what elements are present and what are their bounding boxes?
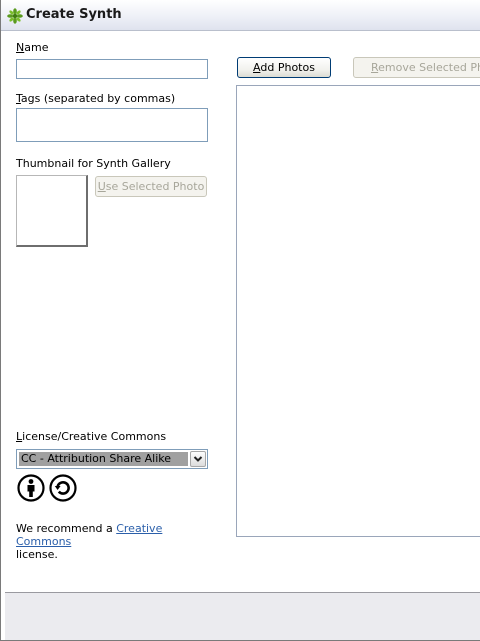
- license-label-text: icense/Creative Commons: [22, 430, 167, 443]
- create-synth-window: Create Synth Name Tags (separated by com…: [0, 0, 480, 641]
- use-selected-photo-mnemonic: U: [97, 180, 106, 193]
- name-label-mnemonic: N: [16, 41, 25, 54]
- add-photos-text: dd Photos: [260, 61, 315, 74]
- tags-label-text: ags (separated by commas): [20, 92, 176, 105]
- tags-label: Tags (separated by commas): [16, 92, 175, 105]
- footer-bar: [5, 592, 480, 640]
- recommend-prefix: We recommend a: [16, 522, 117, 535]
- photo-list[interactable]: [236, 85, 480, 537]
- license-selected-value: CC - Attribution Share Alike: [19, 452, 188, 466]
- remove-selected-photo-button[interactable]: Remove Selected Photo: [353, 57, 480, 78]
- license-recommendation: We recommend a Creative Commons license.: [16, 522, 216, 561]
- tags-input[interactable]: [16, 108, 208, 142]
- name-label: Name: [16, 41, 48, 54]
- share-alike-icon: [49, 474, 77, 502]
- use-selected-photo-button[interactable]: Use Selected Photo: [95, 176, 207, 197]
- attribution-icon: [17, 474, 45, 502]
- remove-selected-text: emove Selected Photo: [378, 61, 480, 74]
- recommend-suffix: license.: [16, 548, 58, 561]
- license-label: License/Creative Commons: [16, 430, 166, 443]
- window-title: Create Synth: [26, 7, 122, 22]
- name-input[interactable]: [16, 59, 208, 79]
- name-label-text: ame: [24, 41, 49, 54]
- photosynth-logo-icon: [7, 8, 23, 24]
- license-dropdown-button[interactable]: [190, 451, 206, 467]
- add-photos-button[interactable]: Add Photos: [237, 57, 331, 78]
- use-selected-photo-text: se Selected Photo: [105, 180, 205, 193]
- thumbnail-label: Thumbnail for Synth Gallery: [16, 157, 171, 170]
- title-bar[interactable]: Create Synth: [1, 0, 480, 31]
- thumbnail-preview: [16, 175, 88, 247]
- chevron-down-icon: [193, 456, 203, 462]
- license-select[interactable]: CC - Attribution Share Alike: [16, 449, 208, 469]
